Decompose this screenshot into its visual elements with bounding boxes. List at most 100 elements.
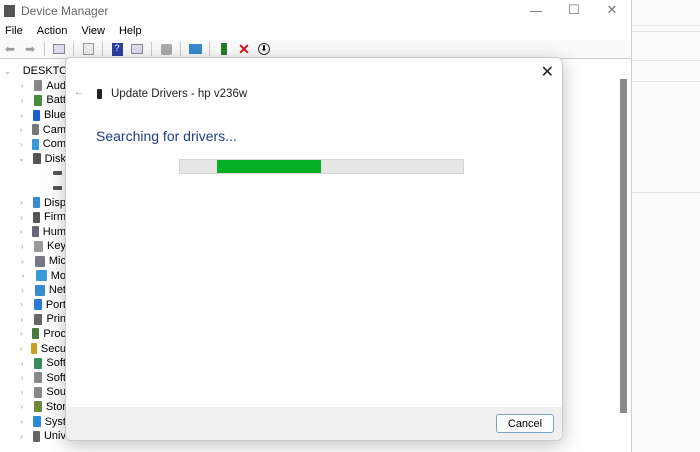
- cancel-button[interactable]: Cancel: [496, 414, 554, 433]
- title-bar: Device Manager — ☐ ✕: [0, 0, 631, 22]
- update-drivers-dialog: ✕ ← Update Drivers - hp v236w Searching …: [65, 57, 563, 441]
- tree-item[interactable]: › Cam: [0, 122, 66, 137]
- tree-item[interactable]: › Aud: [0, 79, 66, 94]
- tree-item[interactable]: [0, 181, 66, 196]
- tree-item[interactable]: ⌄ Disk: [0, 152, 66, 167]
- maximize-button[interactable]: ☐: [555, 0, 593, 20]
- tree-item-label: Key: [47, 240, 66, 253]
- chevron-right-icon[interactable]: ›: [18, 257, 27, 266]
- forward-arrow-icon[interactable]: ➡: [22, 42, 38, 57]
- device-category-icon: [33, 386, 43, 398]
- tree-item[interactable]: › Com: [0, 137, 66, 152]
- chevron-down-icon[interactable]: ⌄: [18, 154, 25, 163]
- update-driver-icon[interactable]: [158, 42, 174, 57]
- tree-item[interactable]: › Soft: [0, 370, 66, 385]
- chevron-right-icon[interactable]: ›: [18, 373, 26, 382]
- tree-item[interactable]: › Soft: [0, 356, 66, 371]
- device-category-icon: [32, 211, 40, 223]
- enable-device-icon[interactable]: [216, 42, 232, 57]
- tree-item-label: Com: [42, 138, 66, 151]
- device-icon: [97, 89, 102, 99]
- show-hidden-icon[interactable]: [80, 42, 96, 57]
- tree-item[interactable]: ⌄ DESKTO: [0, 64, 66, 79]
- tree-item-label: Sou: [46, 386, 66, 399]
- device-category-icon: [35, 255, 45, 267]
- chevron-right-icon[interactable]: ›: [18, 271, 28, 280]
- tree-item[interactable]: › Proc: [0, 327, 66, 342]
- chevron-right-icon[interactable]: ›: [18, 417, 25, 426]
- chevron-right-icon[interactable]: ›: [18, 227, 24, 236]
- menu-action[interactable]: Action: [37, 25, 68, 37]
- tree-item[interactable]: › Firm: [0, 210, 66, 225]
- close-button[interactable]: ✕: [593, 0, 631, 20]
- chevron-right-icon[interactable]: ›: [18, 198, 25, 207]
- download-icon[interactable]: ⬇: [256, 42, 272, 57]
- chevron-right-icon[interactable]: ›: [18, 329, 24, 338]
- chevron-right-icon[interactable]: ›: [18, 96, 26, 105]
- tree-item[interactable]: › Mic: [0, 254, 66, 269]
- tree-item[interactable]: › Secu: [0, 341, 66, 356]
- chevron-right-icon[interactable]: ›: [18, 300, 26, 309]
- back-button[interactable]: ←: [74, 87, 84, 98]
- chevron-right-icon[interactable]: ›: [18, 140, 24, 149]
- chevron-right-icon[interactable]: ›: [18, 81, 26, 90]
- help-icon[interactable]: ?: [109, 42, 125, 57]
- tree-item-label: Blue: [43, 109, 66, 122]
- dialog-close-button[interactable]: ✕: [541, 62, 554, 82]
- minimize-button[interactable]: —: [517, 0, 555, 20]
- menu-help[interactable]: Help: [119, 25, 142, 37]
- tree-item[interactable]: › Sou: [0, 385, 66, 400]
- window-title: Device Manager: [21, 4, 109, 18]
- tree-item[interactable]: › Syst: [0, 414, 66, 429]
- tree-item[interactable]: › Stor: [0, 400, 66, 415]
- chevron-right-icon[interactable]: ›: [18, 402, 26, 411]
- tree-item[interactable]: › Port: [0, 298, 66, 313]
- chevron-right-icon[interactable]: ›: [18, 388, 26, 397]
- progress-bar: [179, 159, 464, 174]
- chevron-right-icon[interactable]: ›: [18, 286, 27, 295]
- tree-item-label: Stor: [45, 400, 66, 413]
- tree-item[interactable]: › Batt: [0, 93, 66, 108]
- menu-file[interactable]: File: [5, 25, 23, 37]
- menu-view[interactable]: View: [81, 25, 105, 37]
- tree-item[interactable]: › Key: [0, 239, 66, 254]
- tree-item-label: DESKTO: [22, 65, 66, 78]
- tree-item[interactable]: › Univ: [0, 429, 66, 444]
- device-category-icon: [32, 109, 40, 121]
- tree-item[interactable]: › Blue: [0, 108, 66, 123]
- monitor-icon[interactable]: [187, 42, 203, 57]
- chevron-right-icon[interactable]: ›: [18, 111, 25, 120]
- tree-item[interactable]: › Hum: [0, 225, 66, 240]
- device-manager-icon: [4, 5, 15, 17]
- tree-item[interactable]: › Disp: [0, 195, 66, 210]
- device-category-icon: [33, 313, 43, 325]
- tree-item[interactable]: [0, 166, 66, 181]
- chevron-right-icon[interactable]: ›: [18, 242, 26, 251]
- status-heading: Searching for drivers...: [96, 128, 237, 144]
- device-category-icon: [32, 328, 40, 340]
- dialog-title: Update Drivers - hp v236w: [111, 88, 248, 100]
- back-arrow-icon[interactable]: ⬅: [2, 42, 18, 57]
- tree-item-label: Cam: [42, 123, 66, 136]
- tree-item-label: Prin: [46, 313, 66, 326]
- uninstall-x-icon[interactable]: ✕: [236, 41, 252, 57]
- device-category-icon: [31, 343, 37, 355]
- chevron-right-icon[interactable]: ›: [18, 432, 25, 441]
- action-view-icon[interactable]: [129, 42, 145, 57]
- tree-item[interactable]: › Mo: [0, 268, 66, 283]
- scrollbar[interactable]: [620, 79, 627, 413]
- chevron-right-icon[interactable]: ›: [18, 315, 26, 324]
- chevron-right-icon[interactable]: ›: [18, 344, 23, 353]
- background-window: [632, 0, 700, 452]
- chevron-right-icon[interactable]: ›: [18, 359, 26, 368]
- chevron-right-icon[interactable]: ›: [18, 125, 24, 134]
- tree-item-label: Syst: [44, 415, 66, 428]
- device-category-icon: [52, 171, 62, 176]
- device-category-icon: [33, 94, 43, 106]
- tree-item[interactable]: › Prin: [0, 312, 66, 327]
- chevron-right-icon[interactable]: ›: [18, 213, 25, 222]
- tree-item[interactable]: › Net: [0, 283, 66, 298]
- properties-icon[interactable]: [51, 42, 67, 57]
- chevron-down-icon[interactable]: ⌄: [4, 67, 11, 76]
- tree-item-label: Proc: [43, 327, 66, 340]
